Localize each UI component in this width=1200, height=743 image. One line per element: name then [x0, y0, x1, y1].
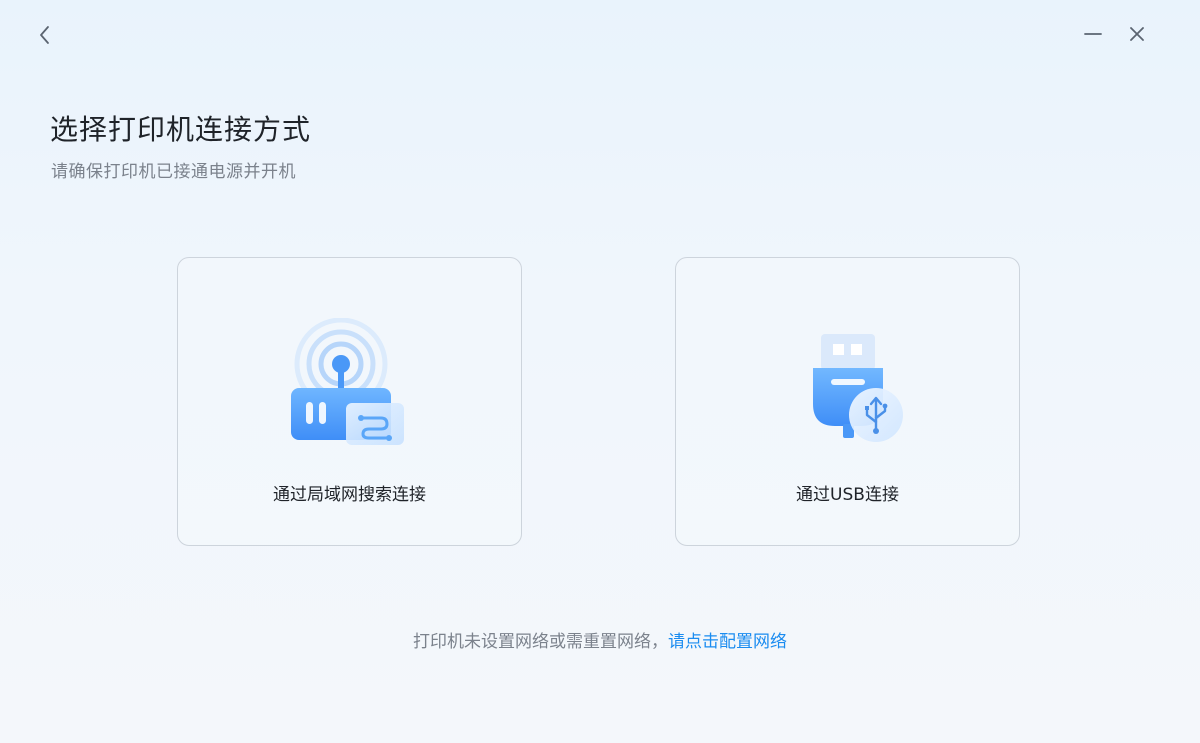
router-wifi-icon — [290, 318, 404, 445]
minimize-icon — [1084, 33, 1102, 35]
footer-hint-text: 打印机未设置网络或需重置网络， — [413, 632, 668, 652]
chevron-left-icon — [40, 26, 49, 44]
lan-connect-card[interactable]: 通过局域网搜索连接 — [177, 257, 522, 546]
lan-connect-label: 通过局域网搜索连接 — [273, 485, 426, 505]
minimize-button[interactable] — [1081, 22, 1105, 46]
configure-network-link[interactable]: 请点击配置网络 — [668, 632, 787, 652]
page-subtitle: 请确保打印机已接通电源并开机 — [51, 162, 296, 182]
close-icon — [1130, 27, 1144, 41]
page-title: 选择打印机连接方式 — [50, 113, 312, 146]
footer-hint: 打印机未设置网络或需重置网络，请点击配置网络 — [0, 627, 1200, 652]
usb-connect-label: 通过USB连接 — [796, 485, 899, 505]
usb-connect-card[interactable]: 通过USB连接 — [675, 257, 1020, 546]
close-button[interactable] — [1125, 22, 1149, 46]
usb-icon — [812, 334, 903, 442]
back-button[interactable] — [34, 22, 56, 48]
